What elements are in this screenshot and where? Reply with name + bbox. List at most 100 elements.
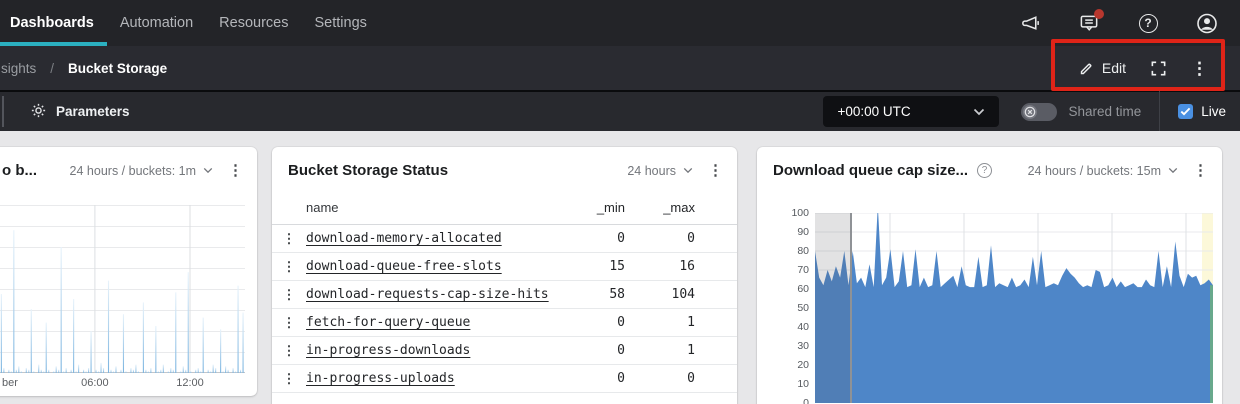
announcements-icon[interactable] xyxy=(1019,12,1041,34)
cell-min: 15 xyxy=(561,259,625,274)
cell-name: download-memory-allocated xyxy=(306,231,561,246)
parameters-bar: Parameters +00:00 UTC Shared time Live xyxy=(0,90,1240,131)
panel-edge-divider xyxy=(2,96,4,127)
x-tick-label: ber xyxy=(2,377,18,389)
panel-left-truncated: o b... 24 hours / buckets: 1m ⋮ ber06:00… xyxy=(0,147,257,396)
chevron-down-icon xyxy=(1168,167,1178,174)
y-tick-label: 50 xyxy=(797,302,809,314)
metric-link[interactable]: download-memory-allocated xyxy=(306,231,502,246)
timezone-dropdown[interactable]: +00:00 UTC xyxy=(823,96,999,127)
parameters-label: Parameters xyxy=(56,104,130,119)
time-range-value: 24 hours xyxy=(627,164,676,178)
time-range-dropdown[interactable]: 24 hours / buckets: 1m xyxy=(70,164,213,178)
time-range-value: 24 hours / buckets: 1m xyxy=(70,164,196,178)
cell-name: download-requests-cap-size-hits xyxy=(306,287,561,302)
y-tick-label: 40 xyxy=(797,321,809,333)
y-axis-labels: 0102030405060708090100 xyxy=(765,213,809,404)
row-kebab-menu-icon[interactable]: ⋮ xyxy=(272,315,306,331)
edit-button[interactable]: Edit xyxy=(1079,60,1126,76)
breadcrumb-parent[interactable]: sights xyxy=(1,61,36,76)
table-header-row: name _min _max xyxy=(272,191,737,225)
time-controls: +00:00 UTC Shared time Live xyxy=(823,91,1240,132)
row-kebab-menu-icon[interactable]: ⋮ xyxy=(272,287,306,303)
x-tick-label: 06:00 xyxy=(81,377,109,389)
y-tick-label: 60 xyxy=(797,283,809,295)
nav-tab-dashboards[interactable]: Dashboards xyxy=(0,0,107,46)
help-icon[interactable]: ? xyxy=(1137,12,1159,34)
table-row: ⋮in-progress-uploads00 xyxy=(272,365,737,393)
cell-max: 104 xyxy=(625,287,695,302)
cell-name: download-queue-free-slots xyxy=(306,259,561,274)
page-title: Bucket Storage xyxy=(68,61,167,76)
cell-max: 0 xyxy=(625,231,695,246)
breadcrumb-separator: / xyxy=(50,61,54,76)
nav-icon-group: ? xyxy=(1019,0,1240,46)
cell-max: 1 xyxy=(625,343,695,358)
row-kebab-menu-icon[interactable]: ⋮ xyxy=(272,231,306,247)
row-kebab-menu-icon[interactable]: ⋮ xyxy=(272,259,306,275)
metric-link[interactable]: in-progress-downloads xyxy=(306,343,470,358)
nav-tab-automation[interactable]: Automation xyxy=(107,0,206,46)
table-row: ⋮download-memory-allocated00 xyxy=(272,225,737,253)
pencil-icon xyxy=(1079,61,1094,76)
page-actions: Edit ⋮ xyxy=(1079,60,1208,77)
area-chart xyxy=(815,213,1213,403)
account-icon[interactable] xyxy=(1196,12,1218,34)
page-kebab-menu-icon[interactable]: ⋮ xyxy=(1191,60,1208,77)
panel-kebab-menu-icon[interactable]: ⋮ xyxy=(228,163,243,178)
panel-bucket-storage-status: Bucket Storage Status 24 hours ⋮ name _m… xyxy=(272,147,737,404)
metric-link[interactable]: download-queue-free-slots xyxy=(306,259,502,274)
table-row: ⋮download-requests-cap-size-hits58104 xyxy=(272,281,737,309)
cell-min: 0 xyxy=(561,371,625,386)
column-header-max: _max xyxy=(625,200,695,215)
dashboard-grid: o b... 24 hours / buckets: 1m ⋮ ber06:00… xyxy=(0,131,1240,404)
spike-chart xyxy=(0,205,245,373)
cell-max: 16 xyxy=(625,259,695,274)
panel-kebab-menu-icon[interactable]: ⋮ xyxy=(1193,163,1208,178)
chevron-down-icon xyxy=(683,167,693,174)
row-kebab-menu-icon[interactable]: ⋮ xyxy=(272,371,306,387)
column-header-name: name xyxy=(306,200,561,215)
gear-icon xyxy=(30,102,47,122)
metric-link[interactable]: in-progress-uploads xyxy=(306,371,455,386)
nav-tab-resources[interactable]: Resources xyxy=(206,0,301,46)
incomplete-bucket-overlay xyxy=(815,213,852,403)
chevron-down-icon xyxy=(973,108,985,116)
feedback-icon[interactable] xyxy=(1078,12,1100,34)
cell-name: in-progress-downloads xyxy=(306,343,561,358)
y-tick-label: 90 xyxy=(797,226,809,238)
breadcrumb-bar: sights / Bucket Storage Edit ⋮ xyxy=(0,46,1240,90)
live-checkbox[interactable] xyxy=(1178,104,1193,119)
live-checkbox-control[interactable]: Live xyxy=(1178,104,1226,119)
table-row: ⋮fetch-for-query-queue01 xyxy=(272,309,737,337)
timezone-value: +00:00 UTC xyxy=(837,104,910,119)
metric-link[interactable]: fetch-for-query-queue xyxy=(306,315,470,330)
question-mark: ? xyxy=(1139,14,1158,33)
y-tick-label: 20 xyxy=(797,359,809,371)
time-range-dropdown[interactable]: 24 hours xyxy=(627,164,693,178)
cell-max: 1 xyxy=(625,315,695,330)
toggle-knob-off-icon xyxy=(1023,105,1037,119)
fullscreen-button[interactable] xyxy=(1150,60,1167,77)
metric-link[interactable]: download-requests-cap-size-hits xyxy=(306,287,549,302)
panel-help-icon[interactable]: ? xyxy=(977,163,992,178)
y-tick-label: 70 xyxy=(797,264,809,276)
parameters-button[interactable]: Parameters xyxy=(30,102,130,122)
row-kebab-menu-icon[interactable]: ⋮ xyxy=(272,343,306,359)
x-tick-label: 12:00 xyxy=(176,377,204,389)
nav-tabs: DashboardsAutomationResourcesSettings xyxy=(0,0,380,46)
panel-download-queue-cap: Download queue cap size... ? 24 hours / … xyxy=(757,147,1222,404)
edit-button-label: Edit xyxy=(1102,60,1126,76)
time-range-dropdown[interactable]: 24 hours / buckets: 15m xyxy=(1028,164,1178,178)
top-nav: DashboardsAutomationResourcesSettings ? xyxy=(0,0,1240,46)
nav-tab-settings[interactable]: Settings xyxy=(301,0,379,46)
shared-time-label: Shared time xyxy=(1068,104,1141,119)
panel-kebab-menu-icon[interactable]: ⋮ xyxy=(708,163,723,178)
table-row: ⋮in-progress-downloads01 xyxy=(272,337,737,365)
time-range-value: 24 hours / buckets: 15m xyxy=(1028,164,1161,178)
shared-time-toggle[interactable] xyxy=(1021,103,1057,121)
y-tick-label: 80 xyxy=(797,245,809,257)
y-tick-label: 0 xyxy=(803,397,809,404)
notification-badge xyxy=(1094,9,1104,19)
y-tick-label: 100 xyxy=(791,207,809,219)
